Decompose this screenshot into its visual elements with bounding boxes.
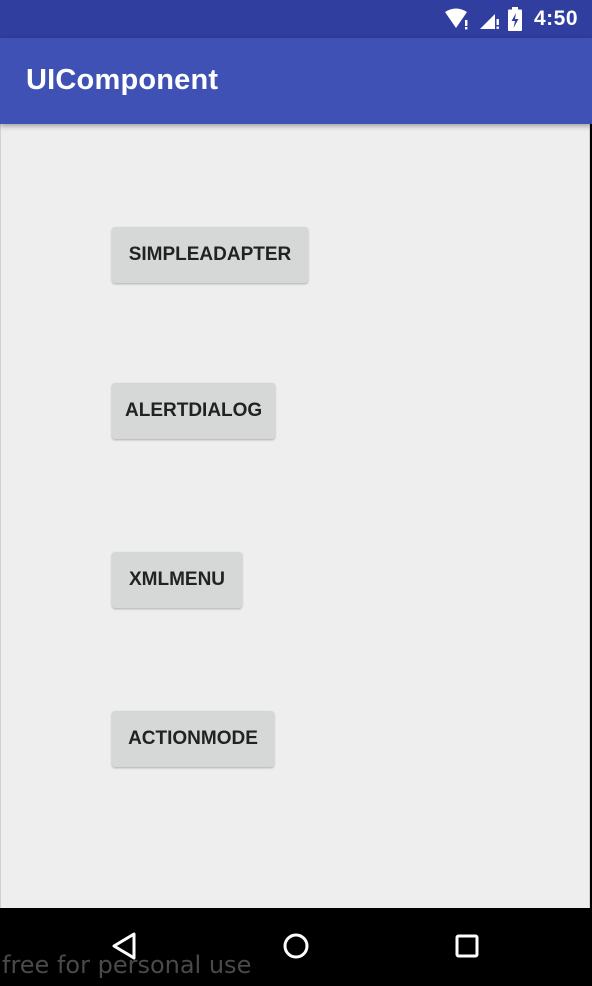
battery-charging-icon [507, 7, 522, 31]
actionmode-button[interactable]: ACTIONMODE [112, 711, 274, 767]
navigation-bar: free for personal use [0, 908, 592, 986]
status-icons: 4:50 [444, 0, 578, 38]
watermark-text: free for personal use [2, 951, 252, 979]
status-bar: 4:50 [0, 0, 592, 38]
status-clock: 4:50 [533, 7, 578, 30]
app-title: UIComponent [26, 64, 219, 96]
main-content: SIMPLEADAPTER ALERTDIALOG XMLMENU ACTION… [0, 124, 590, 908]
xmlmenu-button[interactable]: XMLMENU [112, 552, 242, 608]
app-bar: UIComponent [0, 38, 592, 124]
recents-icon[interactable] [449, 928, 485, 964]
alertdialog-button[interactable]: ALERTDIALOG [112, 383, 275, 439]
signal-icon [478, 8, 500, 30]
home-icon[interactable] [278, 928, 314, 964]
simpleadapter-button[interactable]: SIMPLEADAPTER [112, 227, 308, 283]
wifi-icon [444, 8, 470, 30]
